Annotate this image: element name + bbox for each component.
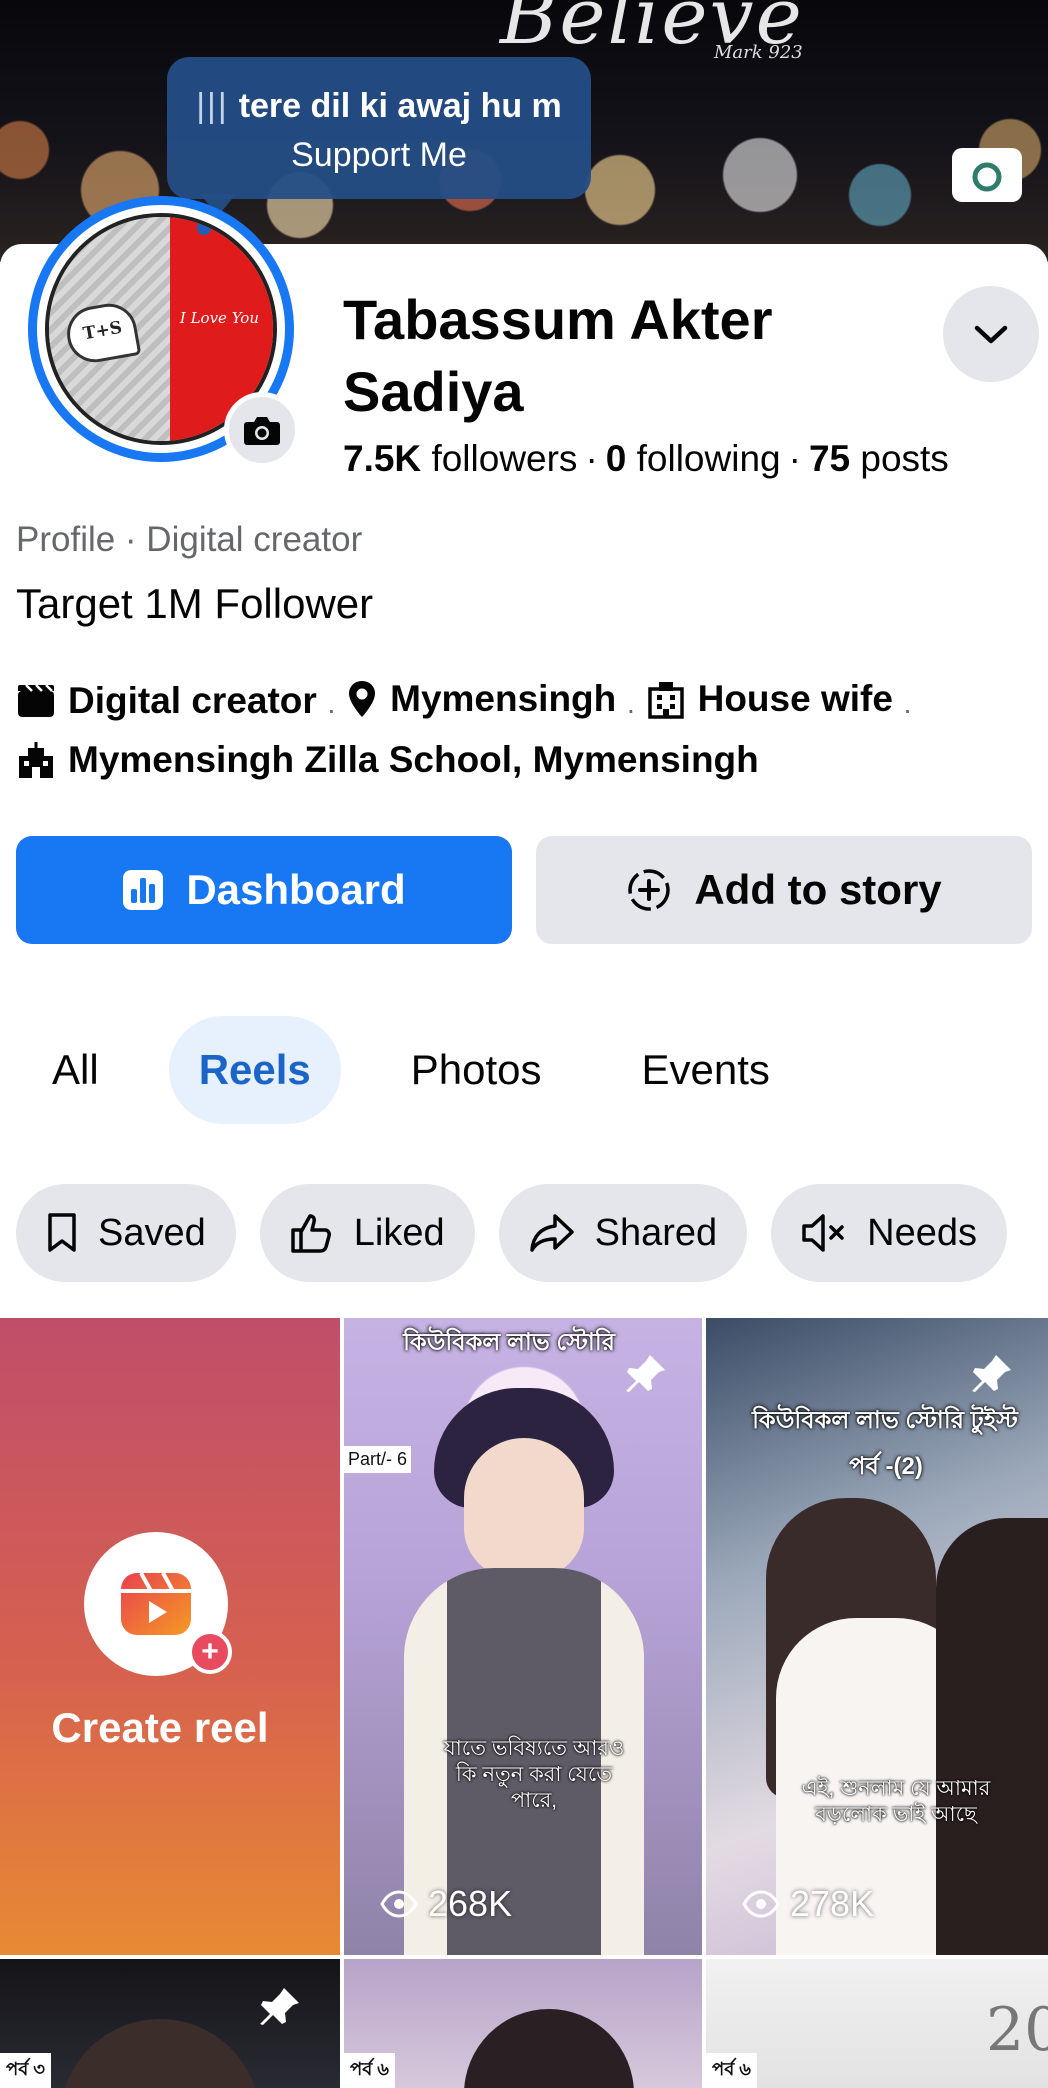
tab-events[interactable]: Events xyxy=(612,1016,800,1124)
reel-tile[interactable]: পর্ব ৩ xyxy=(0,1959,340,2088)
add-story-icon xyxy=(628,869,671,911)
avatar-script-text: I Love You xyxy=(179,309,259,327)
profile-name: Tabassum Akter Sadiya xyxy=(343,288,773,423)
add-to-story-button[interactable]: Add to story xyxy=(536,836,1032,944)
chip-liked[interactable]: Liked xyxy=(259,1184,475,1282)
profile-bio: Target 1M Follower xyxy=(16,580,374,627)
reel-part-tag: পর্ব ৬ xyxy=(344,2053,395,2088)
note-bubble[interactable]: ||| tere dil ki awaj hu m Support Me xyxy=(167,57,591,199)
profile-details: Digital creator · Mymensingh · House wif… xyxy=(16,674,1036,793)
school-icon xyxy=(19,742,53,778)
reel-caption: এই, শুনলাম যে আমার বড়লোক ভাই আছে xyxy=(801,1777,991,1826)
camera-icon xyxy=(967,162,1007,192)
reel-title: কিউবিকল লাভ স্টোরি টুইস্ট xyxy=(752,1407,1018,1434)
reel-tile[interactable]: কিউবিকল লাভ স্টোরি Part/- 6 যাতে ভবিষ্যত… xyxy=(344,1318,702,1955)
tab-all[interactable]: All xyxy=(22,1016,129,1124)
reel-caption: যাতে ভবিষ্যতে আরও কি নতুন করা যেতে পারে, xyxy=(443,1737,625,1812)
bar-chart-icon xyxy=(123,870,164,910)
reel-tile[interactable]: 20 পর্ব ৬ xyxy=(706,1959,1048,2088)
following-stat[interactable]: 0 following xyxy=(606,438,781,479)
camera-icon xyxy=(244,417,280,445)
chip-saved[interactable]: Saved xyxy=(16,1184,236,1282)
reel-part-tag: পর্ব ৩ xyxy=(0,2053,51,2088)
thumbs-up-icon xyxy=(291,1214,331,1253)
clapperboard-icon xyxy=(18,684,54,717)
profile-stats: 7.5K followers · 0 following · 75 posts xyxy=(343,438,949,479)
muted-speaker-icon xyxy=(802,1214,844,1252)
pin-icon xyxy=(260,1988,299,2025)
share-icon xyxy=(529,1214,574,1252)
pin-icon xyxy=(626,1355,665,1392)
content-tabs: All Reels Photos Events xyxy=(22,1016,840,1124)
reels-filter-chips: Saved Liked Shared Needs xyxy=(16,1184,1031,1282)
edit-avatar-button[interactable] xyxy=(224,392,300,468)
note-bars-icon: ||| xyxy=(196,87,229,125)
reel-tile[interactable]: কিউবিকল লাভ স্টোরি টুইস্ট পর্ব -(2) এই, … xyxy=(706,1318,1048,1955)
location-pin-icon xyxy=(349,681,376,717)
eye-icon xyxy=(380,1890,418,1918)
reel-tile[interactable]: পর্ব ৬ xyxy=(344,1959,702,2088)
followers-stat[interactable]: 7.5K followers xyxy=(343,438,577,479)
reel-title: কিউবিকল লাভ স্টোরি xyxy=(403,1329,615,1356)
detail-school: Mymensingh Zilla School, Mymensingh xyxy=(16,735,759,785)
profile-options-button[interactable] xyxy=(943,286,1039,382)
bookmark-icon xyxy=(48,1213,76,1252)
plus-icon: + xyxy=(188,1630,232,1674)
dashboard-button[interactable]: Dashboard xyxy=(16,836,512,944)
reel-view-count: 278K xyxy=(742,1883,874,1925)
pin-icon xyxy=(972,1355,1011,1392)
cover-mark-text: Mark 923 xyxy=(714,42,803,63)
tab-reels[interactable]: Reels xyxy=(168,1016,341,1124)
detail-location: Mymensingh xyxy=(346,674,616,724)
reel-part-tag: পর্ব ৬ xyxy=(706,2053,757,2088)
reels-grid: + Create reel কিউবিকল লাভ স্টোরি Part/- … xyxy=(0,1318,1048,2088)
note-line-2: Support Me xyxy=(291,136,467,174)
chevron-down-icon xyxy=(974,325,1008,344)
eye-icon xyxy=(742,1890,780,1918)
reel-year-text: 20 xyxy=(986,1995,1048,2065)
story-dot xyxy=(197,221,211,235)
reel-part-label: পর্ব -(2) xyxy=(849,1453,923,1480)
chip-shared[interactable]: Shared xyxy=(498,1184,748,1282)
reel-part-tag: Part/- 6 xyxy=(344,1446,412,1473)
profile-category: Profile · Digital creator xyxy=(16,520,363,559)
posts-stat[interactable]: 75 posts xyxy=(809,438,949,479)
tab-photos[interactable]: Photos xyxy=(381,1016,572,1124)
detail-work: House wife xyxy=(646,674,893,724)
chip-needs[interactable]: Needs xyxy=(771,1184,1007,1282)
create-reel-label: Create reel xyxy=(51,1704,269,1751)
note-line-1: tere dil ki awaj hu m xyxy=(238,87,562,125)
building-icon xyxy=(647,682,684,719)
edit-cover-button[interactable] xyxy=(952,148,1022,202)
detail-digital-creator: Digital creator xyxy=(16,676,317,726)
create-reel-tile[interactable]: + Create reel xyxy=(0,1318,340,1955)
reel-view-count: 268K xyxy=(380,1883,512,1925)
